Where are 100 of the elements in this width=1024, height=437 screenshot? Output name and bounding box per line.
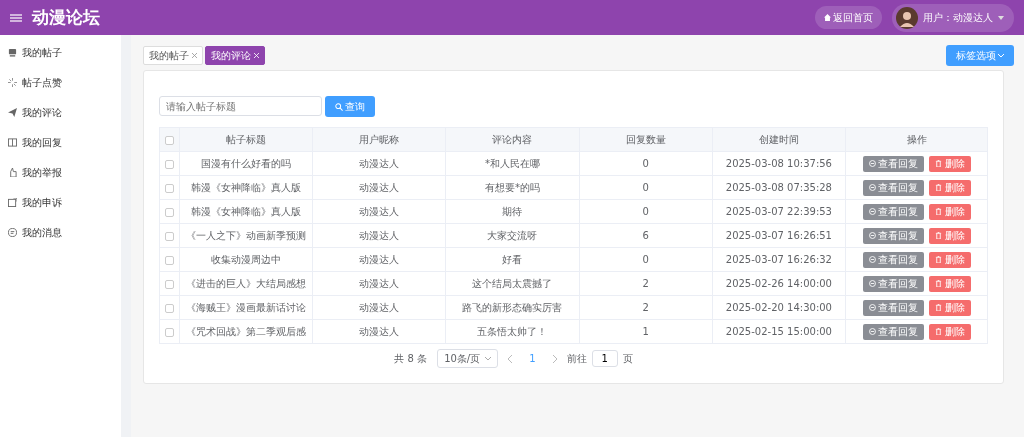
sidebar-item[interactable]: 我的申诉 (0, 187, 121, 218)
row-checkbox[interactable] (165, 159, 174, 169)
table-cell: 0 (642, 158, 649, 169)
sidebar-item[interactable]: 我的回复 (0, 127, 121, 158)
column-header: 评论内容 (492, 134, 533, 145)
row-checkbox[interactable] (165, 303, 174, 313)
delete-button[interactable]: 删除 (929, 227, 971, 244)
view-replies-button[interactable]: 查看回复 (862, 155, 924, 172)
home-button[interactable]: 返回首页 (814, 6, 882, 29)
hand-icon (8, 168, 17, 177)
table-cell: 0 (642, 206, 649, 217)
table-cell: 2025-03-07 16:26:51 (725, 230, 832, 241)
table-cell: 2 (642, 302, 649, 313)
table-cell: 2 (642, 278, 649, 289)
row-checkbox[interactable] (165, 255, 174, 265)
table-cell: 2025-03-07 16:26:32 (725, 254, 832, 265)
minus-circle-icon (868, 304, 876, 311)
note-icon (8, 198, 17, 207)
column-header: 回复数量 (625, 134, 666, 145)
page-number[interactable]: 1 (523, 350, 542, 367)
table-cell: 6 (642, 230, 649, 241)
delete-button[interactable]: 删除 (929, 299, 971, 316)
table-cell: 1 (642, 326, 649, 337)
table-cell: 动漫达人 (359, 182, 400, 193)
view-replies-button[interactable]: 查看回复 (862, 179, 924, 196)
view-replies-button[interactable]: 查看回复 (862, 275, 924, 292)
view-replies-button[interactable]: 查看回复 (862, 251, 924, 268)
table-cell: *和人民在哪 (484, 158, 540, 169)
row-checkbox[interactable] (165, 327, 174, 337)
total-count: 共 8 条 (394, 352, 428, 366)
app-title: 动漫论坛 (32, 5, 100, 29)
table-cell: 大家交流呀 (487, 230, 538, 241)
view-replies-button[interactable]: 查看回复 (862, 203, 924, 220)
table-cell: 路飞的新形态确实厉害 (462, 302, 563, 313)
sidebar-item[interactable]: 我的消息 (0, 217, 121, 248)
next-page-icon[interactable] (551, 354, 557, 363)
sidebar-item[interactable]: 帖子点赞 (0, 67, 121, 98)
goto-label: 前往 (566, 352, 587, 366)
view-replies-button[interactable]: 查看回复 (862, 299, 924, 316)
sidebar-item[interactable]: 我的举报 (0, 157, 121, 188)
delete-button[interactable]: 删除 (929, 275, 971, 292)
row-checkbox[interactable] (165, 183, 174, 193)
close-icon[interactable] (191, 53, 197, 58)
view-replies-button[interactable]: 查看回复 (862, 323, 924, 340)
view-replies-button[interactable]: 查看回复 (862, 227, 924, 244)
trash-icon (935, 328, 942, 335)
tab[interactable]: 我的评论 (205, 46, 265, 65)
minus-circle-icon (868, 232, 876, 239)
previous-page-icon[interactable] (508, 354, 514, 363)
delete-button[interactable]: 删除 (929, 251, 971, 268)
menu-icon[interactable] (10, 12, 22, 23)
chevron-down-icon (485, 356, 492, 361)
table-cell: 有想要*的吗 (484, 182, 540, 193)
row-checkbox[interactable] (165, 231, 174, 241)
trash-icon (935, 256, 942, 263)
page-size-select[interactable]: 10条/页 (437, 349, 499, 368)
minus-circle-icon (868, 256, 876, 263)
table-cell: 国漫有什么好看的吗 (201, 158, 292, 169)
trash-icon (935, 304, 942, 311)
table-cell: 好看 (502, 254, 523, 265)
search-button[interactable]: 查询 (324, 96, 375, 117)
page-number-field[interactable]: 1 (591, 350, 618, 367)
table-cell: 期待 (502, 206, 523, 217)
paper-plane-icon (8, 108, 17, 117)
trash-icon (935, 232, 942, 239)
table-cell: 2025-03-08 07:35:28 (725, 182, 832, 193)
search-field[interactable]: 请输入帖子标题 (159, 96, 322, 116)
trash-icon (935, 208, 942, 215)
user-menu[interactable]: 用户：动漫达人 (892, 3, 1014, 32)
table-cell: 韩漫《女神降临》真人版 (191, 206, 302, 217)
table-cell: 《一人之下》动画新季预测 (186, 230, 307, 241)
trash-icon (935, 280, 942, 287)
row-checkbox[interactable] (165, 207, 174, 217)
table-cell: 动漫达人 (359, 302, 400, 313)
caret-icon (998, 15, 1004, 20)
avatar (896, 6, 918, 29)
tab[interactable]: 我的帖子 (143, 46, 203, 65)
table-cell: 韩漫《女神降临》真人版 (191, 182, 302, 193)
table-cell: 收集动漫周边中 (211, 254, 282, 265)
sparkle-icon (8, 78, 17, 87)
delete-button[interactable]: 删除 (929, 179, 971, 196)
trash-icon (935, 184, 942, 191)
row-checkbox[interactable] (165, 279, 174, 289)
table-cell: 动漫达人 (359, 206, 400, 217)
delete-button[interactable]: 删除 (929, 323, 971, 340)
sidebar-item[interactable]: 我的帖子 (0, 37, 121, 68)
table-cell: 这个结局太震撼了 (472, 278, 553, 289)
minus-circle-icon (868, 280, 876, 287)
delete-button[interactable]: 删除 (929, 203, 971, 220)
select-all-checkbox[interactable] (165, 135, 174, 145)
sidebar-item[interactable]: 我的评论 (0, 97, 121, 128)
table-cell: 动漫达人 (359, 326, 400, 337)
search-icon (334, 102, 343, 111)
table-cell: 2025-02-15 15:00:00 (725, 326, 832, 337)
delete-button[interactable]: 删除 (929, 155, 971, 172)
tab-options-button[interactable]: 标签选项 (945, 45, 1014, 66)
table-cell: 《进击的巨人》大结局感想 (186, 278, 307, 289)
table-cell: 《咒术回战》第二季观后感 (186, 326, 307, 337)
table-cell: 0 (642, 254, 649, 265)
table-cell: 《海贼王》漫画最新话讨论 (186, 302, 307, 313)
